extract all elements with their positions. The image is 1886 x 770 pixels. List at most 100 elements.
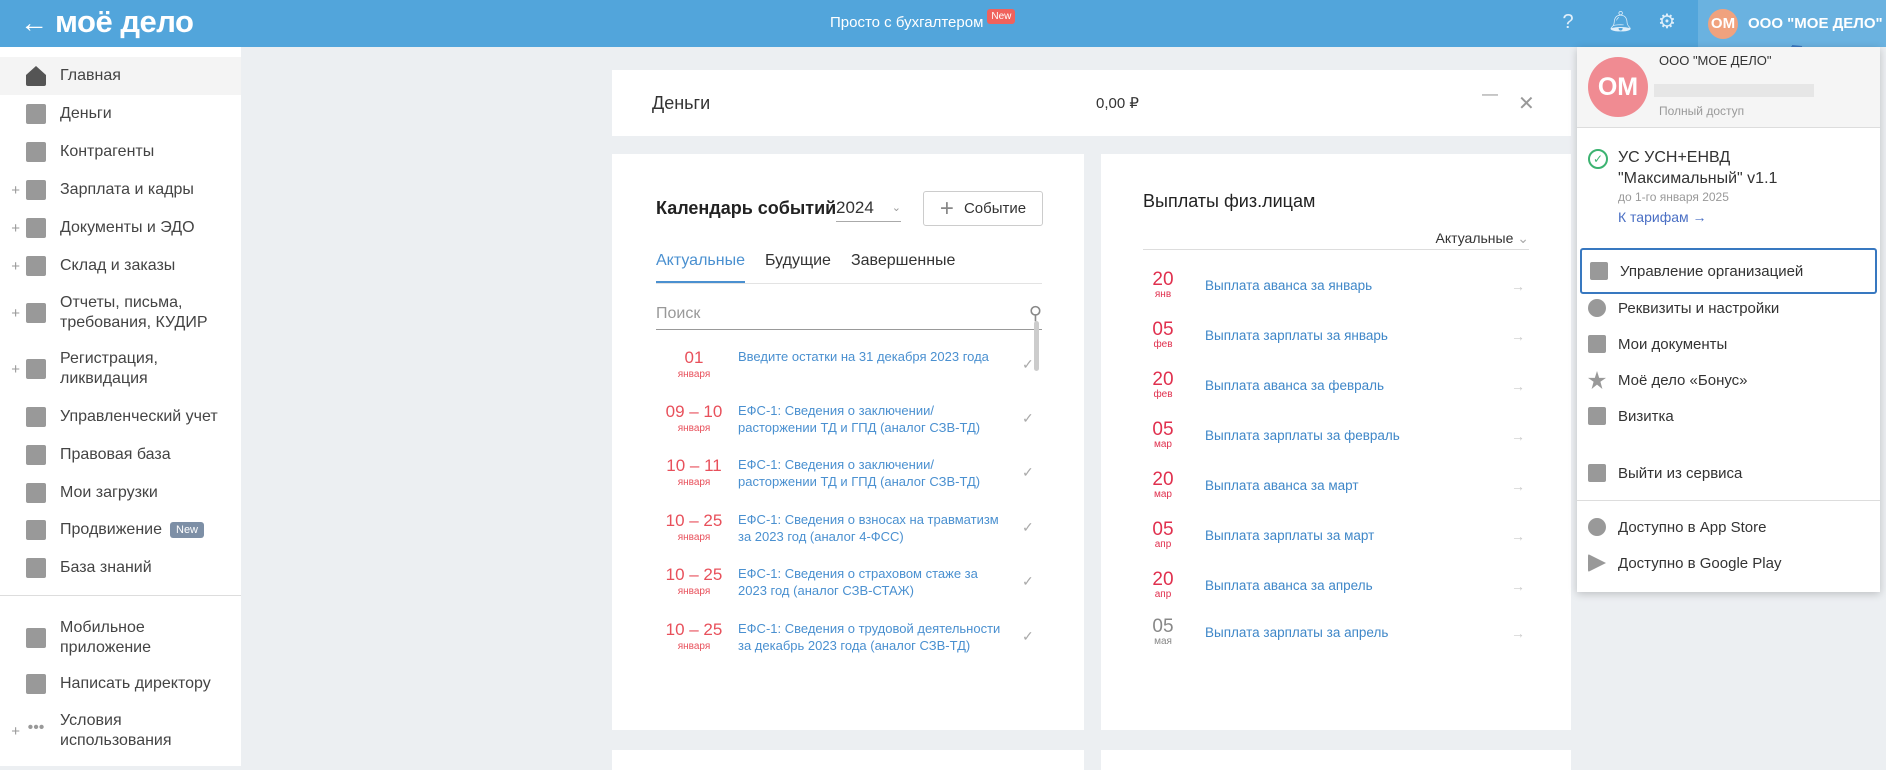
arrow-right-icon[interactable]: → xyxy=(1511,625,1571,641)
payment-item[interactable]: 05 мар Выплата зарплаты за февраль → xyxy=(1141,420,1571,450)
check-icon[interactable]: ✓ xyxy=(1022,565,1042,599)
logo[interactable]: моё дело xyxy=(55,4,194,40)
payment-item[interactable]: 20 апр Выплата аванса за апрель → xyxy=(1141,570,1571,600)
check-icon[interactable]: ✓ xyxy=(1022,456,1042,490)
sidebar-item-promotion[interactable]: Продвижение New xyxy=(0,511,241,549)
simple-with-accountant-link[interactable]: Просто с бухгалтером New xyxy=(830,9,1016,32)
sidebar-item-registration[interactable]: + Регистрация, ликвидация xyxy=(0,345,241,393)
arrow-right-icon[interactable]: → xyxy=(1511,528,1571,544)
menu-item-app-store[interactable]: Доступно в App Store xyxy=(1588,509,1870,545)
gear-icon[interactable]: ⚙ xyxy=(1655,10,1679,34)
check-icon[interactable]: ✓ xyxy=(1022,620,1042,654)
menu-item-manage-org[interactable]: Управление организацией xyxy=(1580,248,1877,294)
payment-text[interactable]: Выплата зарплаты за январь xyxy=(1185,328,1511,343)
event-text[interactable]: Введите остатки на 31 декабря 2023 года xyxy=(732,348,1022,380)
payment-item[interactable]: 20 янв Выплата аванса за январь → xyxy=(1141,269,1571,300)
filter-value: Актуальные xyxy=(1435,230,1514,246)
event-item[interactable]: 10 – 25 января ЕФС-1: Сведения о страховом… xyxy=(656,565,1042,599)
year-select[interactable]: 2024 ⌄ xyxy=(836,194,901,222)
label: Доступно в Google Play xyxy=(1618,554,1782,572)
event-item[interactable]: 09 – 10 января ЕФС-1: Сведения о заключени… xyxy=(656,402,1042,436)
sidebar-item-management[interactable]: Управленческий учет xyxy=(0,398,241,436)
sidebar-item-write-director[interactable]: Написать директору xyxy=(0,665,241,703)
payment-item[interactable]: 05 мая Выплата зарплаты за апрель → xyxy=(1141,617,1571,647)
sidebar-item-documents[interactable]: + Документы и ЭДО xyxy=(0,209,241,247)
sidebar-item-home[interactable]: Главная xyxy=(0,57,241,95)
label: Мобильное приложение xyxy=(60,619,152,656)
check-icon[interactable]: ✓ xyxy=(1022,511,1042,545)
menu-item-logout[interactable]: Выйти из сервиса xyxy=(1588,455,1870,491)
tab-future[interactable]: Будущие xyxy=(765,252,831,283)
minimize-icon[interactable]: — xyxy=(1482,86,1498,104)
money-icon xyxy=(26,104,46,124)
payment-text[interactable]: Выплата аванса за апрель xyxy=(1185,578,1511,593)
arrow-right-icon[interactable]: → xyxy=(1511,478,1571,494)
back-arrow-icon[interactable]: ← xyxy=(20,6,48,40)
sidebar-item-money[interactable]: Деньги xyxy=(0,95,241,133)
sidebar-item-warehouse[interactable]: + Склад и заказы xyxy=(0,247,241,285)
payment-text[interactable]: Выплата аванса за март xyxy=(1185,478,1511,493)
help-icon[interactable]: ? xyxy=(1556,10,1580,34)
add-event-button[interactable]: + Событие xyxy=(923,191,1043,226)
bell-icon[interactable]: 🔔︎ xyxy=(1608,10,1633,34)
sidebar-item-mobile-app[interactable]: Мобильное приложение xyxy=(0,614,241,662)
event-text[interactable]: ЕФС-1: Сведения о трудовой деятельности … xyxy=(732,620,1022,654)
folder-icon xyxy=(26,483,46,503)
event-item[interactable]: 10 – 25 января ЕФС-1: Сведения о трудовой … xyxy=(656,620,1042,654)
sidebar-item-legal[interactable]: Правовая база xyxy=(0,436,241,474)
payment-text[interactable]: Выплата аванса за январь xyxy=(1185,278,1511,293)
label: Продвижение xyxy=(60,521,162,538)
graduation-cap-icon xyxy=(26,558,46,578)
arrow-right-icon[interactable]: → xyxy=(1511,578,1571,594)
event-item[interactable]: 01 января Введите остатки на 31 декабря 20… xyxy=(656,348,1042,380)
payment-item[interactable]: 05 апр Выплата зарплаты за март → xyxy=(1141,520,1571,550)
id-card-icon xyxy=(1588,407,1606,425)
check-icon[interactable]: ✓ xyxy=(1022,348,1042,380)
event-date: 10 – 25 xyxy=(665,620,723,639)
ruble-icon xyxy=(26,407,46,427)
close-icon[interactable]: ✕ xyxy=(1518,91,1535,116)
sidebar-item-knowledge[interactable]: База знаний xyxy=(0,549,241,587)
sidebar-item-reports[interactable]: + Отчеты, письма, требования, КУДИР xyxy=(0,289,241,337)
payment-item[interactable]: 20 фев Выплата аванса за февраль → xyxy=(1141,369,1571,400)
check-icon[interactable]: ✓ xyxy=(1022,402,1042,436)
day: 20 xyxy=(1152,369,1174,390)
event-text[interactable]: ЕФС-1: Сведения о страховом стаже за 202… xyxy=(732,565,1022,599)
sidebar-item-contractors[interactable]: Контрагенты xyxy=(0,133,241,171)
event-text[interactable]: ЕФС-1: Сведения о заключении/ расторжени… xyxy=(732,456,1022,490)
payment-text[interactable]: Выплата зарплаты за апрель xyxy=(1185,625,1511,640)
sidebar-item-terms[interactable]: + ••• Условия использования xyxy=(0,707,241,755)
arrow-right-icon[interactable]: → xyxy=(1511,328,1571,344)
add-event-label: Событие xyxy=(963,200,1027,217)
payments-filter-select[interactable]: Актуальные ⌄ xyxy=(1143,230,1529,250)
scrollbar[interactable] xyxy=(1034,321,1039,371)
event-text[interactable]: ЕФС-1: Сведения о заключении/ расторжени… xyxy=(732,402,1022,436)
home-icon xyxy=(26,66,46,86)
payment-text[interactable]: Выплата зарплаты за февраль xyxy=(1185,428,1511,443)
arrow-right-icon[interactable]: → xyxy=(1511,378,1571,394)
arrow-right-icon[interactable]: → xyxy=(1511,278,1571,294)
tariff-name: УС УСН+ЕНВД "Максимальный" v1.1 xyxy=(1618,149,1778,187)
event-item[interactable]: 10 – 11 января ЕФС-1: Сведения о заключени… xyxy=(656,456,1042,490)
label: Написать директору xyxy=(60,675,211,692)
search-input[interactable]: Поиск ⚲ xyxy=(656,298,1042,330)
tab-completed[interactable]: Завершенные xyxy=(851,252,955,283)
event-text[interactable]: ЕФС-1: Сведения о взносах на травматизм … xyxy=(732,511,1022,545)
payment-item[interactable]: 20 мар Выплата аванса за март → xyxy=(1141,470,1571,500)
payment-item[interactable]: 05 фев Выплата зарплаты за январь → xyxy=(1141,320,1571,350)
menu-item-google-play[interactable]: Доступно в Google Play xyxy=(1588,545,1870,581)
arrow-right-icon[interactable]: → xyxy=(1511,428,1571,444)
day: 20 xyxy=(1152,269,1174,290)
tab-current[interactable]: Актуальные xyxy=(656,252,745,283)
menu-item-my-documents[interactable]: Мои документы xyxy=(1588,326,1870,362)
sidebar-item-salary[interactable]: + Зарплата и кадры xyxy=(0,171,241,209)
tariffs-link[interactable]: К тарифам → xyxy=(1618,209,1707,225)
event-item[interactable]: 10 – 25 января ЕФС-1: Сведения о взносах н… xyxy=(656,511,1042,545)
building-icon xyxy=(1590,262,1608,280)
menu-item-bonus[interactable]: Моё дело «Бонус» xyxy=(1588,362,1870,398)
menu-item-business-card[interactable]: Визитка xyxy=(1588,398,1870,434)
menu-item-settings[interactable]: Реквизиты и настройки xyxy=(1588,290,1870,326)
sidebar-item-uploads[interactable]: Мои загрузки xyxy=(0,474,241,512)
payment-text[interactable]: Выплата зарплаты за март xyxy=(1185,528,1511,543)
payment-text[interactable]: Выплата аванса за февраль xyxy=(1185,378,1511,393)
